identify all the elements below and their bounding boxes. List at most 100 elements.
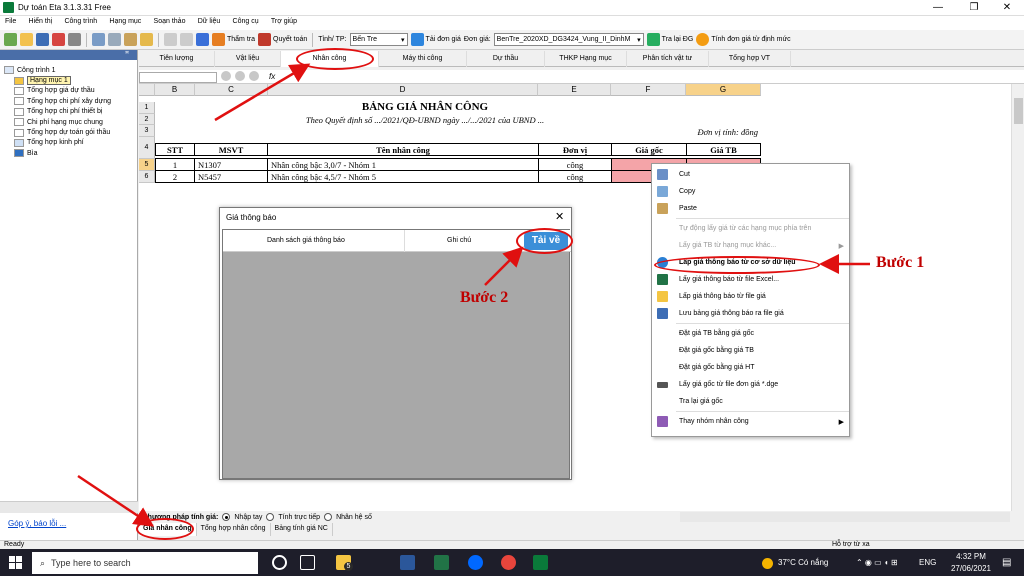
function-icon[interactable]	[249, 71, 259, 81]
windows-start-icon[interactable]	[9, 556, 22, 569]
pin-icon[interactable]: ꟸ	[0, 50, 137, 60]
file-explorer-icon[interactable]: 5	[336, 555, 353, 571]
feedback-link[interactable]: Góp ý, báo lỗi ...	[8, 519, 66, 528]
open-icon[interactable]	[20, 33, 33, 46]
menu-item-save-price-file[interactable]: Lưu bảng giá thông báo ra file giá	[652, 305, 849, 322]
scroll-thumb[interactable]	[1014, 98, 1023, 124]
undo-icon[interactable]	[164, 33, 177, 46]
sheet-vertical-scrollbar[interactable]	[1011, 84, 1024, 511]
tai-don-gia-button[interactable]: Tải đơn giá	[410, 33, 461, 46]
corner-cell[interactable]	[139, 84, 155, 96]
clock-date[interactable]: 27/06/2021	[946, 564, 996, 573]
radio-tinh-truc-tiep[interactable]	[266, 513, 275, 521]
taskbar-search-input[interactable]: ⌕ Type here to search	[32, 552, 258, 574]
zalo-icon[interactable]	[468, 555, 483, 570]
tab-vat-lieu[interactable]: Vật liệu	[215, 51, 281, 67]
tham-tra-button[interactable]: Thẩm tra	[212, 33, 255, 46]
cancel-icon[interactable]	[221, 71, 231, 81]
menu-tools[interactable]: Công cụ	[228, 16, 264, 27]
column-header-danh-sach[interactable]: Danh sách giá thông báo	[267, 237, 345, 244]
menu-item[interactable]: Hạng mục	[104, 16, 146, 27]
tree-item[interactable]: Tổng hợp giá dự thầu	[4, 86, 137, 96]
row-header[interactable]: 4	[139, 137, 155, 159]
tree-item[interactable]: Bìa	[4, 148, 137, 158]
cortana-icon[interactable]	[272, 555, 287, 570]
tab-may-thi-cong[interactable]: Máy thi công	[379, 51, 467, 67]
row-header[interactable]: 3	[139, 125, 155, 137]
pdf-icon[interactable]	[52, 33, 65, 46]
column-header[interactable]: B	[155, 84, 195, 96]
notification-icon[interactable]: ▤	[1002, 557, 1011, 568]
tree-item-project[interactable]: Công trình 1	[4, 65, 137, 75]
menu-edit[interactable]: Soạn thảo	[149, 16, 191, 27]
word-icon[interactable]	[400, 555, 415, 570]
row-header[interactable]: 2	[139, 114, 155, 125]
save-icon[interactable]	[36, 33, 49, 46]
tree-item[interactable]: Tổng hợp kinh phí	[4, 138, 137, 148]
quyet-toan-button[interactable]: Quyết toán	[258, 33, 307, 46]
language-indicator[interactable]: ENG	[919, 558, 936, 567]
tab-phan-tich-vat-tu[interactable]: Phân tích vật tư	[627, 51, 709, 67]
tree-item[interactable]: Tổng hợp chi phí thiết bị	[4, 107, 137, 117]
forward-icon[interactable]	[196, 33, 209, 46]
tab-tien-luong[interactable]: Tiên lượng	[139, 51, 215, 67]
sheet-tab-tong-hop-nhan-cong[interactable]: Tổng hợp nhân công	[197, 523, 271, 536]
excel-icon[interactable]	[434, 555, 449, 570]
menu-item-lookup-goc[interactable]: Tra lại giá gốc	[652, 393, 849, 410]
tab-thkp-hang-muc[interactable]: THKP Hạng mục	[545, 51, 627, 67]
tree-item[interactable]: Tổng hợp chi phí xây dựng	[4, 96, 137, 106]
print-icon[interactable]	[68, 33, 81, 46]
tra-lai-dg-button[interactable]: Tra lại ĐG	[646, 33, 693, 46]
menu-file[interactable]: File	[0, 16, 21, 27]
menu-item-change-worker-group[interactable]: Thay nhóm nhân công ▶	[652, 413, 849, 430]
row-header[interactable]: 6	[139, 171, 155, 183]
system-tray-icons[interactable]: ⌃ ◉ ▭ ◖ ⊞	[856, 558, 898, 567]
sheet-tab-bang-tinh-gia-nc[interactable]: Bảng tính giá NC	[271, 523, 333, 536]
menu-item-cut[interactable]: Cut	[652, 166, 849, 183]
sidebar-scrollbar[interactable]	[0, 501, 138, 513]
menu-view[interactable]: Hiển thị	[24, 16, 58, 27]
table-cell[interactable]: Nhân công bậc 4,5/7 - Nhóm 5	[267, 170, 539, 183]
column-header[interactable]: F	[611, 84, 686, 96]
column-header[interactable]: E	[538, 84, 611, 96]
table-cell[interactable]: công	[538, 170, 612, 183]
menu-item-get-goc-from-dge[interactable]: Lấy giá gốc từ file đơn giá *.dge	[652, 376, 849, 393]
radio-nhap-tay[interactable]	[222, 513, 231, 521]
tab-du-thau[interactable]: Dự thầu	[467, 51, 545, 67]
tinh-don-gia-button[interactable]: Tính đơn giá từ định mức	[696, 33, 791, 46]
column-header[interactable]: G	[686, 84, 761, 96]
paste-icon[interactable]	[124, 33, 137, 46]
maximize-button[interactable]: ❐	[957, 0, 991, 16]
close-button[interactable]: ✕	[990, 0, 1024, 16]
menu-item-get-price-from-file[interactable]: Lấp giá thông báo từ file giá	[652, 288, 849, 305]
menu-item-paste[interactable]: Paste	[652, 200, 849, 217]
tab-tong-hop-vt[interactable]: Tổng hợp VT	[709, 51, 791, 67]
tree-item-hang-muc[interactable]: Hạng mục 1	[4, 75, 137, 86]
cut-icon[interactable]	[92, 33, 105, 46]
menu-project[interactable]: Công trình	[59, 16, 102, 27]
radio-nhan-he-so[interactable]	[324, 513, 333, 521]
name-box[interactable]	[139, 72, 217, 83]
tree-item[interactable]: Tổng hợp dự toán gói thầu	[4, 127, 137, 137]
confirm-icon[interactable]	[235, 71, 245, 81]
minimize-button[interactable]: —	[921, 0, 955, 16]
row-header[interactable]: 5	[139, 159, 155, 171]
menu-item-copy[interactable]: Copy	[652, 183, 849, 200]
task-view-icon[interactable]	[300, 555, 315, 570]
sheet-horizontal-scrollbar[interactable]	[680, 512, 1010, 522]
column-header[interactable]: C	[195, 84, 268, 96]
don-gia-select[interactable]: BenTre_2020XD_DG3424_Vung_II_DinhM ▾	[493, 33, 644, 46]
remote-support-link[interactable]: Hỗ trợ từ xa	[832, 541, 870, 548]
tree-item[interactable]: Chi phí hạng mục chung	[4, 117, 137, 127]
menu-help[interactable]: Trợ giúp	[266, 16, 302, 27]
clock-time[interactable]: 4:32 PM	[946, 552, 996, 561]
menu-item-set-tb-from-goc[interactable]: Đặt giá TB bằng giá gốc	[652, 325, 849, 342]
chrome-icon[interactable]	[501, 555, 516, 570]
row-header[interactable]: 1	[139, 102, 155, 114]
weather-text[interactable]: 37°C Có nắng	[778, 558, 828, 567]
column-header[interactable]: D	[268, 84, 538, 96]
new-icon[interactable]	[4, 33, 17, 46]
table-cell[interactable]: 2	[155, 170, 195, 183]
table-cell[interactable]: N5457	[194, 170, 268, 183]
dialog-close-button[interactable]: ✕	[555, 210, 564, 223]
